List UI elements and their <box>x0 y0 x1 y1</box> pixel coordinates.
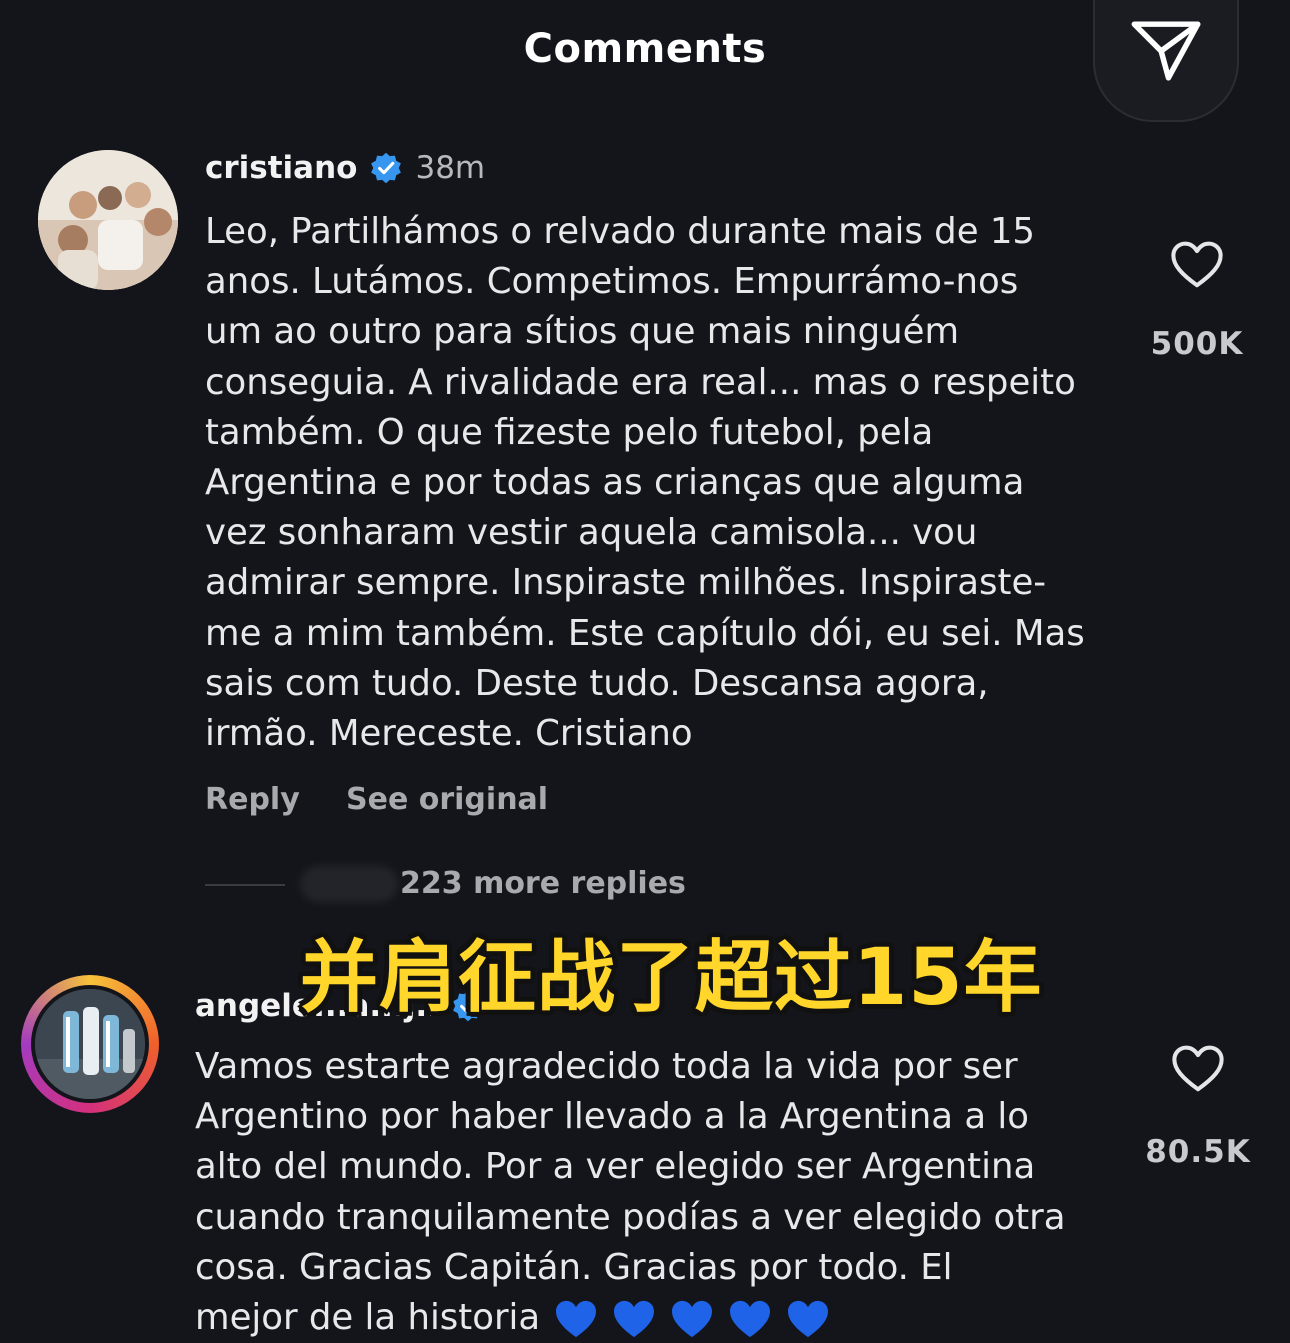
replies-divider <box>205 884 285 886</box>
blue-heart-icon <box>730 1300 771 1338</box>
share-button[interactable] <box>1093 0 1239 122</box>
view-more-replies-button[interactable]: 223 more replies <box>400 866 686 901</box>
avatar[interactable] <box>31 985 149 1103</box>
comment-header: cristiano 38m <box>205 150 485 186</box>
avatar-photo <box>38 150 178 290</box>
heart-outline-icon[interactable] <box>1171 1044 1225 1094</box>
reply-button[interactable]: Reply <box>205 782 300 817</box>
like-count: 500K <box>1150 326 1244 362</box>
avatar[interactable] <box>38 150 178 290</box>
video-subtitle: 并肩征战了超过15年 <box>300 933 1043 1023</box>
blue-heart-icon <box>614 1300 655 1338</box>
username[interactable]: cristiano <box>205 150 357 186</box>
paper-plane-icon <box>1131 21 1201 81</box>
blurred-area <box>300 866 398 902</box>
comment-text-body: Vamos estarte agradecido toda la vida po… <box>195 1046 1066 1339</box>
heart-outline-icon[interactable] <box>1170 240 1224 290</box>
like-column: 500K <box>1137 240 1257 362</box>
comment-text: Leo, Partilhámos o relvado durante mais … <box>205 211 1085 755</box>
comment-text: Vamos estarte agradecido toda la vida po… <box>195 1042 1135 1343</box>
like-column: 80.5K <box>1138 1044 1258 1170</box>
blue-heart-icon <box>672 1300 713 1338</box>
blue-heart-icon <box>788 1300 829 1338</box>
verified-badge-icon <box>371 152 402 184</box>
avatar-photo <box>35 989 145 1099</box>
blue-heart-icon <box>556 1300 597 1338</box>
like-count: 80.5K <box>1145 1134 1251 1170</box>
timestamp: 38m <box>415 150 486 186</box>
see-original-button[interactable]: See original <box>346 782 548 817</box>
emoji-hearts <box>554 1299 830 1339</box>
